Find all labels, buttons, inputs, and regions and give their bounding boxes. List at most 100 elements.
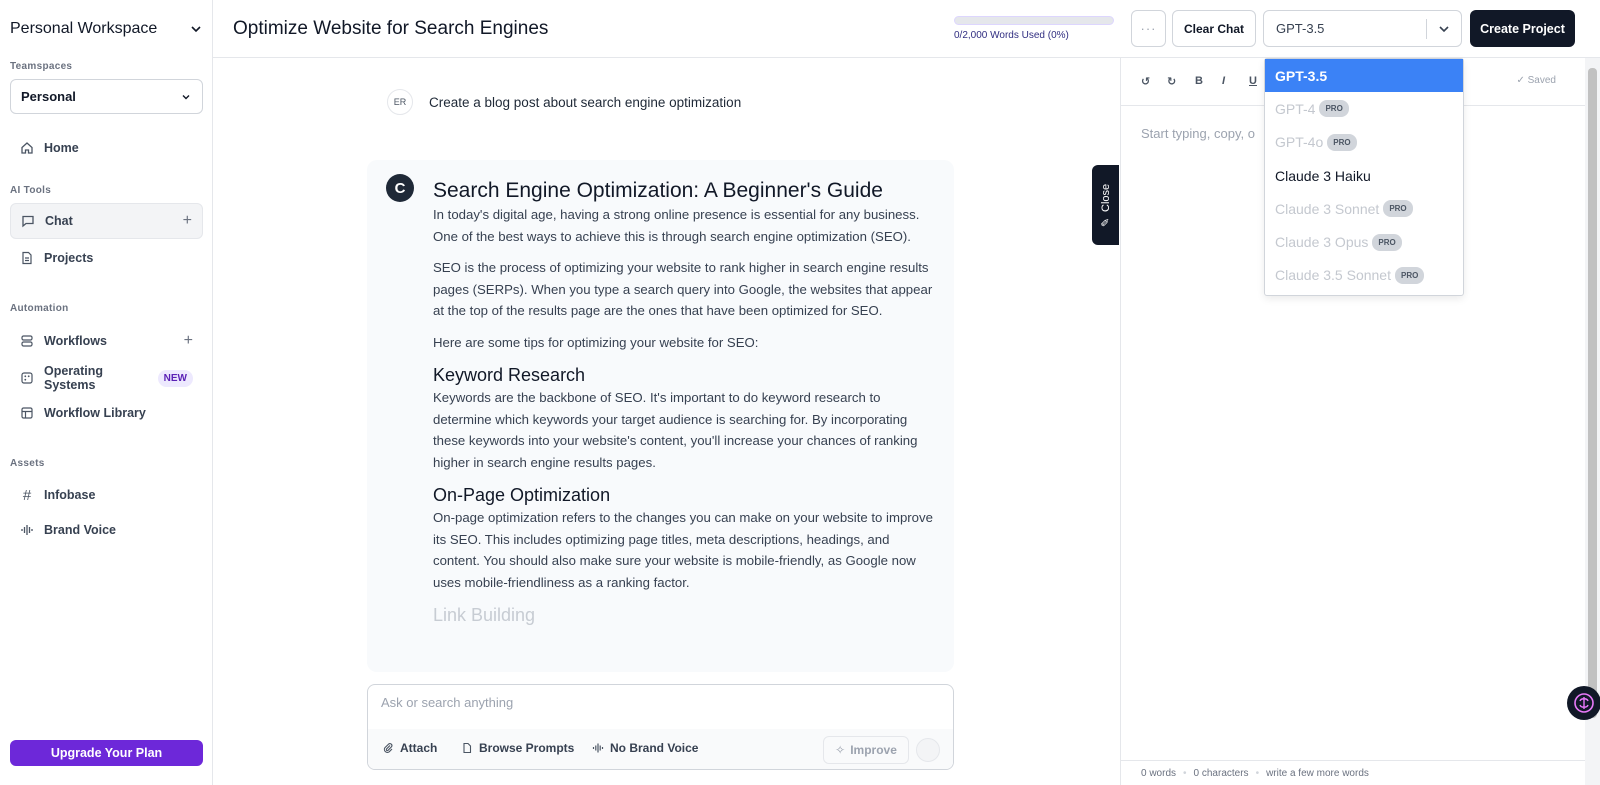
pro-badge: PRO (1372, 233, 1402, 251)
sidebar-item-label: Workflow Library (44, 406, 146, 420)
sidebar-item-workflow-library[interactable]: Workflow Library (10, 395, 203, 431)
model-option[interactable]: GPT-4 PRO (1265, 92, 1463, 125)
browse-prompts-button[interactable]: Browse Prompts (461, 741, 574, 755)
audio-wave-icon (20, 523, 34, 537)
character-count: 0 characters (1193, 767, 1249, 779)
redo-icon[interactable]: ↻ (1167, 75, 1176, 88)
close-label: Close (1099, 183, 1112, 212)
sidebar-item-label: Workflows (44, 334, 107, 348)
model-option[interactable]: GPT-3.5 (1265, 59, 1463, 93)
upgrade-plan-button[interactable]: Upgrade Your Plan (10, 740, 203, 766)
response-subheading: Link Building (433, 605, 536, 625)
response-subheading: Keyword Research (433, 365, 586, 385)
response-paragraph: SEO is the process of optimizing your we… (433, 260, 933, 318)
model-option-label: GPT-3.5 (1275, 67, 1328, 84)
usage-text: 0/2,000 Words Used (0%) (954, 30, 1069, 41)
scrollbar-thumb[interactable] (1588, 68, 1597, 718)
response-paragraph: On-page optimization refers to the chang… (433, 510, 933, 590)
model-select[interactable]: GPT-3.5 (1263, 10, 1462, 47)
new-badge: NEW (157, 369, 193, 387)
ai-response: C Search Engine Optimization: A Beginner… (367, 160, 954, 672)
model-option-label: Claude 3 Sonnet (1275, 200, 1380, 217)
user-message-text: Create a blog post about search engine o… (429, 94, 742, 110)
italic-icon[interactable]: I (1222, 75, 1225, 87)
clear-chat-button[interactable]: Clear Chat (1172, 10, 1256, 47)
sidebar-item-brand-voice[interactable]: Brand Voice (10, 512, 203, 548)
separator-dot: • (1255, 767, 1260, 779)
model-select-value: GPT-3.5 (1276, 21, 1325, 36)
teamspace-select[interactable]: Personal (10, 79, 203, 114)
model-option-label: GPT-4 (1275, 100, 1316, 117)
sparkle-icon: ✧ (835, 743, 846, 757)
add-chat-icon[interactable]: + (183, 212, 192, 230)
pro-badge: PRO (1319, 100, 1349, 118)
chat-icon (21, 214, 35, 228)
improve-label: Improve (850, 743, 897, 757)
saved-label: Saved (1527, 75, 1556, 86)
pro-badge: PRO (1383, 200, 1413, 218)
teamspace-value: Personal (21, 89, 76, 104)
response-heading: Search Engine Optimization: A Beginner's… (433, 179, 883, 202)
check-icon: ✓ (1516, 75, 1528, 86)
select-divider (1426, 19, 1427, 39)
word-count: 0 words (1141, 767, 1177, 779)
improve-button[interactable]: ✧ Improve (823, 736, 909, 764)
pro-badge: PRO (1327, 133, 1357, 151)
sidebar-item-home[interactable]: Home (10, 130, 203, 166)
attach-button[interactable]: Attach (382, 741, 437, 755)
chevron-down-icon (191, 26, 201, 33)
grid-icon (20, 371, 34, 385)
sidebar-item-chat[interactable]: Chat + (10, 203, 203, 239)
ai-tools-label: AI Tools (10, 185, 52, 196)
assistant-fab[interactable] (1567, 686, 1600, 720)
model-option-label: Claude 3 Haiku (1275, 167, 1371, 184)
sidebar-item-label: Chat (45, 214, 73, 228)
top-bar: Optimize Website for Search Engines 0/2,… (213, 0, 1600, 58)
more-options-button[interactable]: ··· (1131, 10, 1166, 47)
user-message: ER Create a blog post about search engin… (387, 89, 741, 115)
sidebar-item-workflows[interactable]: Workflows + (10, 323, 203, 359)
model-option[interactable]: Claude 3 Opus PRO (1265, 225, 1463, 258)
model-option[interactable]: Claude 3.5 Sonnet PRO (1265, 259, 1463, 292)
brand-voice-button[interactable]: No Brand Voice (592, 741, 698, 755)
saved-status: ✓ Saved (1516, 75, 1556, 86)
response-subheading: On-Page Optimization (433, 485, 611, 505)
model-option-label: Claude 3 Opus (1275, 234, 1369, 251)
sidebar-item-label: Brand Voice (44, 523, 117, 537)
workspace-title: Personal Workspace (10, 20, 158, 37)
model-option[interactable]: Claude 3 Sonnet PRO (1265, 192, 1463, 225)
workspace-switcher[interactable]: Personal Workspace (10, 18, 203, 40)
teamspaces-label: Teamspaces (10, 61, 73, 72)
scrollbar[interactable] (1585, 58, 1600, 785)
bold-icon[interactable]: B (1195, 75, 1203, 87)
sidebar-item-label: Projects (44, 251, 94, 265)
add-workflow-icon[interactable]: + (184, 332, 193, 350)
editor-input[interactable]: Start typing, copy, o (1141, 126, 1255, 141)
chevron-down-icon (1439, 26, 1449, 33)
response-paragraph: In today's digital age, having a strong … (433, 207, 920, 244)
sidebar-item-label: Infobase (44, 488, 96, 502)
chat-input[interactable]: Ask or search anything (381, 695, 513, 710)
sidebar-item-infobase[interactable]: # Infobase (10, 477, 203, 513)
sidebar-item-operating-systems[interactable]: Operating Systems NEW (10, 360, 203, 396)
send-button[interactable] (916, 738, 940, 762)
assets-label: Assets (10, 458, 45, 469)
browse-prompts-label: Browse Prompts (479, 741, 575, 755)
word-usage-meter: 0/2,000 Words Used (0%) (954, 16, 1116, 41)
model-option[interactable]: GPT-4o PRO (1265, 126, 1463, 159)
document-icon (20, 251, 34, 265)
sidebar-item-projects[interactable]: Projects (10, 240, 203, 276)
underline-icon[interactable]: U (1249, 75, 1257, 87)
create-project-button[interactable]: Create Project (1470, 10, 1575, 47)
undo-icon[interactable]: ↺ (1141, 75, 1150, 88)
chat-composer: Ask or search anything Attach Browse Pro… (367, 684, 954, 770)
response-paragraph: Here are some tips for optimizing your w… (433, 334, 759, 350)
assistant-logo-icon: C (386, 174, 414, 202)
close-editor-tab[interactable]: ✎ Close (1092, 165, 1119, 245)
separator-dot: • (1183, 767, 1187, 779)
audio-wave-icon (592, 742, 604, 754)
sidebar-item-label: Operating Systems (44, 364, 104, 392)
model-option[interactable]: Claude 3 Haiku (1265, 159, 1463, 192)
writing-hint: write a few more words (1266, 767, 1369, 779)
pro-badge: PRO (1394, 266, 1425, 284)
